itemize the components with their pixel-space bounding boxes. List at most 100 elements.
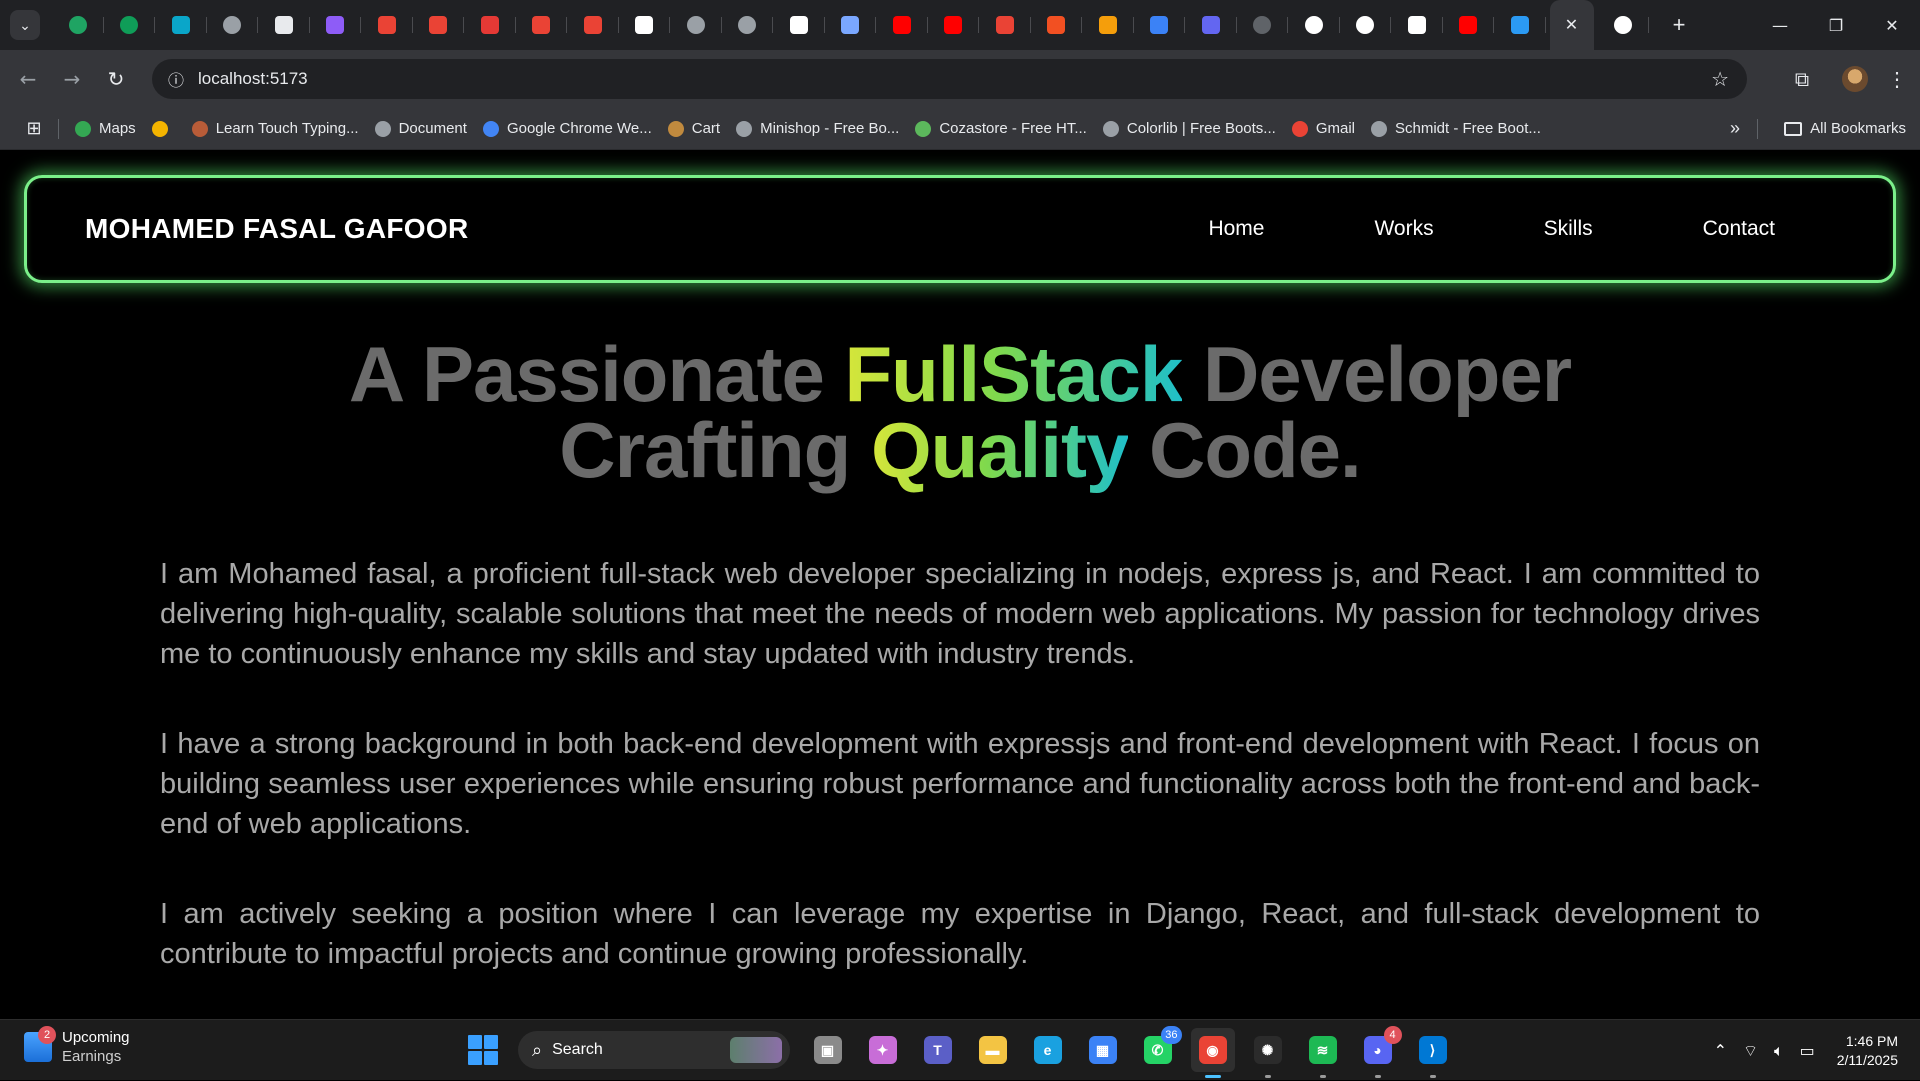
browser-tab[interactable] (1031, 0, 1083, 50)
site-brand[interactable]: MOHAMED FASAL GAFOOR (85, 213, 468, 245)
taskbar-search[interactable]: ⌕ Search (518, 1031, 790, 1069)
browser-tab[interactable] (979, 0, 1031, 50)
taskbar-app[interactable]: ▣ (806, 1028, 850, 1072)
bookmark-label: Colorlib | Free Boots... (1126, 120, 1276, 137)
github-icon (789, 16, 808, 34)
address-bar[interactable]: ⓘ localhost:5173 ☆ (152, 59, 1747, 99)
google-icon (1614, 16, 1633, 34)
taskbar-app[interactable]: T (916, 1028, 960, 1072)
browser-tab[interactable] (52, 0, 104, 50)
close-tab-icon[interactable]: ✕ (1565, 15, 1578, 35)
browser-tab[interactable] (876, 0, 928, 50)
taskbar-app[interactable]: ⟩ (1411, 1028, 1455, 1078)
toolbar-right: ⧉ ⋮ (1780, 50, 1920, 108)
nav-works-link[interactable]: Works (1374, 217, 1433, 241)
taskbar-app[interactable]: ◉ (1190, 1028, 1235, 1078)
nav-home-link[interactable]: Home (1208, 217, 1264, 241)
taskbar-app[interactable]: e (1026, 1028, 1070, 1072)
bookmark-item[interactable]: Google Chrome We... (475, 114, 660, 144)
browser-tab[interactable] (310, 0, 362, 50)
tab-search-button[interactable]: ⌄ (10, 10, 40, 40)
bookmark-item[interactable]: Maps (67, 114, 144, 144)
bookmark-star-icon[interactable]: ☆ (1711, 67, 1729, 91)
browser-tab[interactable] (619, 0, 671, 50)
ve-icon (1407, 16, 1426, 34)
profile-avatar[interactable] (1842, 66, 1868, 92)
browser-tab[interactable] (1288, 0, 1340, 50)
taskbar-app[interactable]: ✦ (861, 1028, 905, 1072)
site-info-icon[interactable]: ⓘ (156, 67, 196, 91)
browser-tab[interactable] (207, 0, 259, 50)
browser-tab[interactable] (413, 0, 465, 50)
browser-tab[interactable] (464, 0, 516, 50)
browser-tab[interactable] (1237, 0, 1289, 50)
taskbar-app[interactable]: ◕ 4 (1356, 1026, 1402, 1078)
bookmark-item[interactable]: Gmail (1284, 114, 1363, 144)
browser-tab[interactable] (670, 0, 722, 50)
browser-tab[interactable] (1443, 0, 1495, 50)
gmail-icon (429, 16, 448, 34)
all-bookmarks-button[interactable]: All Bookmarks (1784, 120, 1906, 137)
restore-button[interactable]: ❐ (1808, 0, 1864, 50)
bookmark-item[interactable]: Cart (660, 114, 728, 144)
browser-tab[interactable] (1134, 0, 1186, 50)
browser-tab[interactable] (1598, 0, 1650, 50)
reload-button[interactable]: ↻ (94, 59, 138, 99)
apps-grid-icon[interactable]: ⊞ (14, 118, 54, 139)
about-paragraph: I am Mohamed fasal, a proficient full-st… (160, 558, 1760, 670)
browser-tab[interactable] (567, 0, 619, 50)
chevron-up-icon[interactable]: ⌃ (1714, 1041, 1727, 1060)
bookmark-item[interactable]: Schmidt - Free Boot... (1363, 114, 1549, 144)
taskbar-app[interactable]: ✆ 36 (1136, 1026, 1182, 1072)
extensions-icon[interactable]: ⧉ (1780, 67, 1824, 91)
bookmark-item[interactable]: Document (367, 114, 475, 144)
browser-tab[interactable] (361, 0, 413, 50)
browser-tab[interactable] (258, 0, 310, 50)
tab-list: ✕ (52, 0, 1649, 50)
back-button[interactable]: ← (6, 59, 50, 99)
browser-tab[interactable] (1494, 0, 1546, 50)
browser-tab[interactable] (1340, 0, 1392, 50)
bookmark-item[interactable]: Minishop - Free Bo... (728, 114, 907, 144)
menu-kebab-icon[interactable]: ⋮ (1882, 67, 1912, 92)
minimize-button[interactable]: — (1752, 0, 1808, 50)
browser-tab[interactable] (1082, 0, 1134, 50)
close-window-button[interactable]: ✕ (1864, 0, 1920, 50)
bookmark-item[interactable]: Learn Touch Typing... (184, 114, 367, 144)
browser-tab[interactable] (1391, 0, 1443, 50)
taskbar-search-label: Search (552, 1041, 603, 1058)
taskbar-app[interactable]: ▦ (1081, 1028, 1125, 1072)
browser-tab[interactable] (516, 0, 568, 50)
taskbar-app[interactable]: ✺ (1246, 1028, 1290, 1078)
bookmark-item[interactable]: Cozastore - Free HT... (907, 114, 1095, 144)
taskbar-app[interactable]: ▬ (971, 1028, 1015, 1072)
hero-highlight-quality: Quality (870, 406, 1129, 494)
taskbar-clock[interactable]: 1:46 PM 2/11/2025 (1837, 1032, 1898, 1070)
bookmark-favicon-icon (1370, 120, 1387, 137)
taskbar-app[interactable]: ≋ (1301, 1028, 1345, 1078)
browser-tab[interactable] (773, 0, 825, 50)
browser-tab[interactable] (722, 0, 774, 50)
nav-skills-link[interactable]: Skills (1544, 217, 1593, 241)
url-text[interactable]: localhost:5173 (198, 69, 308, 89)
browser-tab[interactable] (825, 0, 877, 50)
clock-date: 2/11/2025 (1836, 1051, 1898, 1068)
windows-taskbar: 2 Upcoming Earnings ⌕ Search ▣ ✦ T ▬ e ▦ ✆ 36 ◉ ✺… (0, 1019, 1920, 1080)
battery-icon[interactable]: ▭ (1800, 1041, 1815, 1060)
start-button[interactable] (468, 1035, 498, 1065)
browser-tab[interactable] (928, 0, 980, 50)
hero-line2-end: Code. (1128, 406, 1362, 494)
new-tab-button[interactable]: + (1661, 7, 1697, 43)
more-bookmarks-icon[interactable]: » (1730, 118, 1740, 139)
wifi-icon[interactable]: ⌔ (1743, 1041, 1758, 1061)
widgets-button[interactable]: 2 Upcoming Earnings (24, 1026, 130, 1066)
volume-icon[interactable]: 🔈︎ (1774, 1041, 1784, 1061)
browser-tab[interactable] (104, 0, 156, 50)
bookmark-item[interactable]: Colorlib | Free Boots... (1095, 114, 1284, 144)
forward-button[interactable]: → (50, 59, 94, 99)
browser-tab[interactable] (1185, 0, 1237, 50)
bookmark-item[interactable] (144, 114, 184, 144)
browser-tab[interactable] (155, 0, 207, 50)
active-tab[interactable]: ✕ (1549, 0, 1594, 50)
nav-contact-link[interactable]: Contact (1703, 217, 1775, 241)
